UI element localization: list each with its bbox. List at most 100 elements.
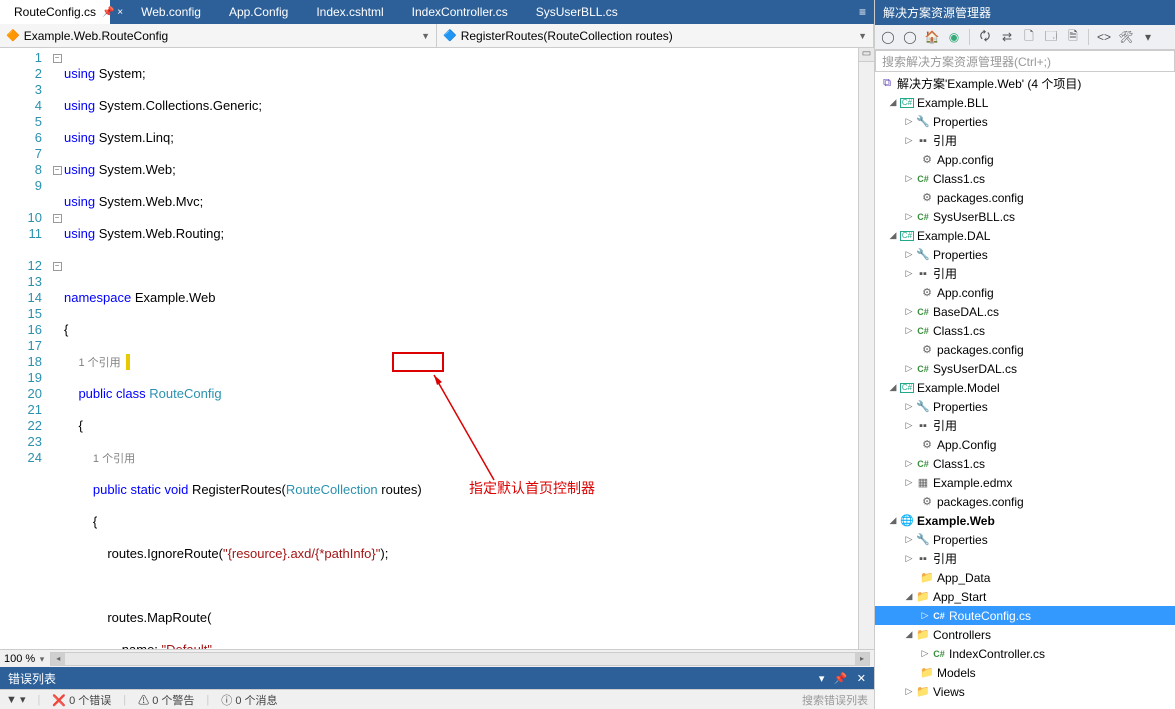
warnings-filter[interactable]: ⚠ 0 个警告	[138, 692, 194, 708]
code-icon[interactable]: <>	[1095, 28, 1113, 46]
tree-item[interactable]: ▷🔧Properties	[875, 245, 1175, 264]
chevron-down-icon: ▼	[421, 31, 430, 41]
tree-item[interactable]: ⚙App.config	[875, 150, 1175, 169]
tree-item[interactable]: ▷C#Class1.cs	[875, 321, 1175, 340]
tree-item[interactable]: ▷C#SysUserDAL.cs	[875, 359, 1175, 378]
horizontal-scrollbar[interactable]: ◂ ▸	[50, 652, 870, 666]
errors-filter[interactable]: ❌ 0 个错误	[52, 692, 111, 708]
tree-item[interactable]: ▷▪▪引用	[875, 549, 1175, 568]
filter-dropdown-icon[interactable]: ▼ ▾	[6, 693, 25, 706]
cs-file-icon: C#	[915, 326, 931, 336]
back-icon[interactable]: ◯	[879, 28, 897, 46]
vertical-scrollbar[interactable]: ▭	[858, 48, 874, 649]
properties-icon[interactable]: 🗔	[1042, 28, 1060, 46]
forward-icon[interactable]: ◯	[901, 28, 919, 46]
tree-item[interactable]: ◢📁App_Start	[875, 587, 1175, 606]
project-dal[interactable]: ◢C#Example.DAL	[875, 226, 1175, 245]
tree-item[interactable]: ⚙packages.config	[875, 492, 1175, 511]
csharp-project-icon: C#	[900, 98, 914, 108]
error-list-toolbar: ▼ ▾ | ❌ 0 个错误 | ⚠ 0 个警告 | ⓘ 0 个消息 搜索错误列表	[0, 689, 874, 709]
config-icon: ⚙	[919, 153, 935, 166]
fold-gutter: −−−−	[50, 48, 64, 649]
tree-item[interactable]: ⚙App.config	[875, 283, 1175, 302]
references-icon: ▪▪	[915, 420, 931, 432]
dropdown-icon[interactable]: ▾	[819, 673, 825, 685]
tree-item[interactable]: ▷C#IndexController.cs	[875, 644, 1175, 663]
tree-item[interactable]: ▷📁Views	[875, 682, 1175, 701]
pin-icon[interactable]: 📌	[834, 673, 848, 685]
search-placeholder: 搜索解决方案资源管理器(Ctrl+;)	[882, 53, 1051, 70]
error-search[interactable]: 搜索错误列表	[802, 692, 868, 708]
solution-tree[interactable]: ⧉解决方案'Example.Web' (4 个项目) ◢C#Example.BL…	[875, 72, 1175, 709]
tree-item[interactable]: ▷🔧Properties	[875, 112, 1175, 131]
more-icon[interactable]: ▾	[1139, 28, 1157, 46]
tab-webconfig[interactable]: Web.config	[127, 0, 215, 24]
wrench-icon[interactable]: 🛠	[1117, 28, 1135, 46]
project-bll[interactable]: ◢C#Example.BLL	[875, 93, 1175, 112]
tabs-overflow-icon[interactable]: ≡	[851, 5, 874, 19]
tree-item[interactable]: 📁App_Data	[875, 568, 1175, 587]
zoom-level[interactable]: 100 % ▾	[4, 653, 44, 665]
code-text[interactable]: using System; using System.Collections.G…	[64, 48, 858, 649]
pin-icon[interactable]: 📌 ×	[102, 7, 123, 18]
nav-method-dropdown[interactable]: 🔷 RegisterRoutes(RouteCollection routes)…	[437, 24, 874, 47]
project-model[interactable]: ◢C#Example.Model	[875, 378, 1175, 397]
tree-item[interactable]: ◢📁Controllers	[875, 625, 1175, 644]
tree-item[interactable]: ▷C#SysUserBLL.cs	[875, 207, 1175, 226]
cs-file-icon: C#	[915, 212, 931, 222]
tree-item[interactable]: ▷🔧Properties	[875, 530, 1175, 549]
nav-method-label: RegisterRoutes(RouteCollection routes)	[461, 29, 673, 43]
config-icon: ⚙	[919, 495, 935, 508]
solution-node[interactable]: ⧉解决方案'Example.Web' (4 个项目)	[875, 74, 1175, 93]
tree-item[interactable]: ⚙packages.config	[875, 188, 1175, 207]
sync-icon[interactable]: ◉	[945, 28, 963, 46]
preview-icon[interactable]: 🗎	[1064, 28, 1082, 46]
tree-item[interactable]: ▷C#Class1.cs	[875, 169, 1175, 188]
tree-item[interactable]: ▷▪▪引用	[875, 264, 1175, 283]
tree-item[interactable]: ⚙App.Config	[875, 435, 1175, 454]
tree-item[interactable]: ▷▦Example.edmx	[875, 473, 1175, 492]
scroll-right-icon[interactable]: ▸	[855, 653, 869, 665]
chevron-down-icon: ▼	[858, 31, 867, 41]
tab-indexcontroller[interactable]: IndexController.cs	[398, 0, 522, 24]
code-editor[interactable]: 123456789101112131415161718192021222324 …	[0, 48, 874, 649]
class-icon: 🔶	[6, 29, 20, 42]
error-list-header[interactable]: 错误列表 ▾ 📌 ✕	[0, 667, 874, 689]
folder-icon: 📁	[919, 666, 935, 679]
messages-filter[interactable]: ⓘ 0 个消息	[221, 692, 277, 708]
tree-item[interactable]: ▷C#Class1.cs	[875, 454, 1175, 473]
show-all-icon[interactable]: 🗋	[1020, 28, 1038, 46]
close-icon[interactable]: ✕	[857, 673, 866, 685]
tree-item[interactable]: ▷▪▪引用	[875, 416, 1175, 435]
tree-item[interactable]: ⚙packages.config	[875, 340, 1175, 359]
tab-sysuserbll[interactable]: SysUserBLL.cs	[522, 0, 632, 24]
tree-item[interactable]: ▷C#BaseDAL.cs	[875, 302, 1175, 321]
edmx-icon: ▦	[915, 476, 931, 489]
tree-item[interactable]: ▷🔧Properties	[875, 397, 1175, 416]
config-icon: ⚙	[919, 286, 935, 299]
collapse-icon[interactable]: ⇄	[998, 28, 1016, 46]
tab-routeconfig[interactable]: RouteConfig.cs	[0, 0, 110, 24]
config-icon: ⚙	[919, 191, 935, 204]
wrench-icon: 🔧	[915, 400, 931, 413]
wrench-icon: 🔧	[915, 248, 931, 261]
split-icon[interactable]: ▭	[859, 48, 874, 62]
tab-indexcshtml[interactable]: Index.cshtml	[302, 0, 397, 24]
config-icon: ⚙	[919, 438, 935, 451]
project-web[interactable]: ◢🌐Example.Web	[875, 511, 1175, 530]
nav-class-label: Example.Web.RouteConfig	[24, 29, 169, 43]
home-icon[interactable]: 🏠	[923, 28, 941, 46]
solution-search-input[interactable]: 搜索解决方案资源管理器(Ctrl+;)	[875, 50, 1175, 72]
solution-explorer-title: 解决方案资源管理器	[875, 0, 1175, 25]
line-number-gutter: 123456789101112131415161718192021222324	[0, 48, 50, 649]
tab-appconfig[interactable]: App.Config	[215, 0, 302, 24]
nav-class-dropdown[interactable]: 🔶 Example.Web.RouteConfig ▼	[0, 24, 437, 47]
references-icon: ▪▪	[915, 553, 931, 565]
tree-item[interactable]: 📁Models	[875, 663, 1175, 682]
refresh-icon[interactable]: 🗘	[976, 28, 994, 46]
scroll-left-icon[interactable]: ◂	[51, 653, 65, 665]
editor-status-bar: 100 % ▾ ◂ ▸	[0, 649, 874, 667]
tree-item[interactable]: ▷▪▪引用	[875, 131, 1175, 150]
folder-icon: 📁	[915, 628, 931, 641]
tree-item-routeconfig[interactable]: ▷C#RouteConfig.cs	[875, 606, 1175, 625]
